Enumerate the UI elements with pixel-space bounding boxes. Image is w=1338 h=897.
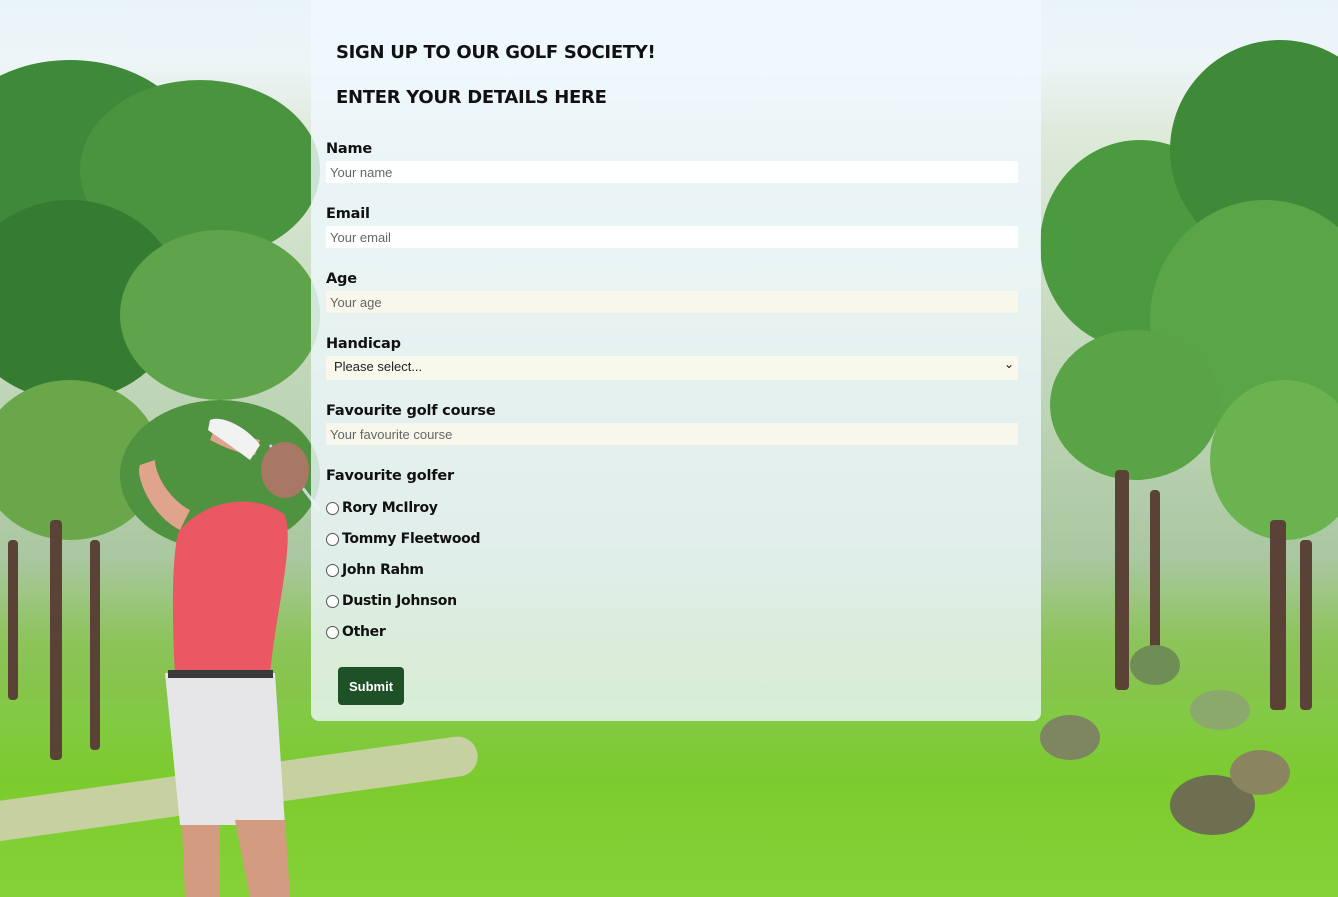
bush [1190,690,1250,730]
golfer-option-mcilroy[interactable]: Rory McIlroy [326,499,438,517]
golfer-option-label: Rory McIlroy [342,500,438,516]
handicap-label: Handicap [326,336,401,352]
email-input[interactable] [326,226,1018,248]
radio-circle-icon[interactable] [326,532,339,546]
golfer-option-rahm[interactable]: John Rahm [326,561,424,579]
golfer-option-label: Dustin Johnson [342,593,457,609]
bush [1230,750,1290,795]
golfer-option-label: John Rahm [342,562,424,578]
chevron-down-icon: ⌄ [1003,357,1014,371]
golfer-option-label: Tommy Fleetwood [342,531,481,547]
golfer-label: Favourite golfer [326,468,454,484]
trunk [90,540,100,750]
trunk [1115,470,1129,690]
trunk [1270,520,1286,710]
tree [120,230,320,400]
golfer-option-other[interactable]: Other [326,623,386,641]
tree [1050,330,1220,480]
submit-button[interactable]: Submit [338,667,404,705]
radio-circle-icon[interactable] [326,501,339,515]
name-label: Name [326,141,373,157]
course-label: Favourite golf course [326,403,496,419]
golfer-option-label: Other [342,624,386,640]
golfer-illustration [139,418,320,897]
radio-circle-icon[interactable] [326,594,339,608]
signup-form-panel: SIGN UP TO OUR GOLF SOCIETY! ENTER YOUR … [311,0,1041,721]
course-input[interactable] [326,423,1018,445]
trunk [8,540,18,700]
handicap-select[interactable]: Please select... ⌄ [326,356,1018,380]
bush [1130,645,1180,685]
form-subheading: ENTER YOUR DETAILS HERE [336,87,607,108]
radio-circle-icon[interactable] [326,625,339,639]
radio-circle-icon[interactable] [326,563,339,577]
age-label: Age [326,271,357,287]
bush [1040,715,1100,760]
trunk [1300,540,1312,710]
form-heading: SIGN UP TO OUR GOLF SOCIETY! [336,42,656,63]
trunk [50,520,62,760]
email-label: Email [326,206,370,222]
handicap-selected-value: Please select... [334,359,423,374]
golfer-option-johnson[interactable]: Dustin Johnson [326,592,457,610]
age-input[interactable] [326,291,1018,313]
trunk [1150,490,1160,650]
name-input[interactable] [326,161,1018,183]
golfer-option-fleetwood[interactable]: Tommy Fleetwood [326,530,481,548]
